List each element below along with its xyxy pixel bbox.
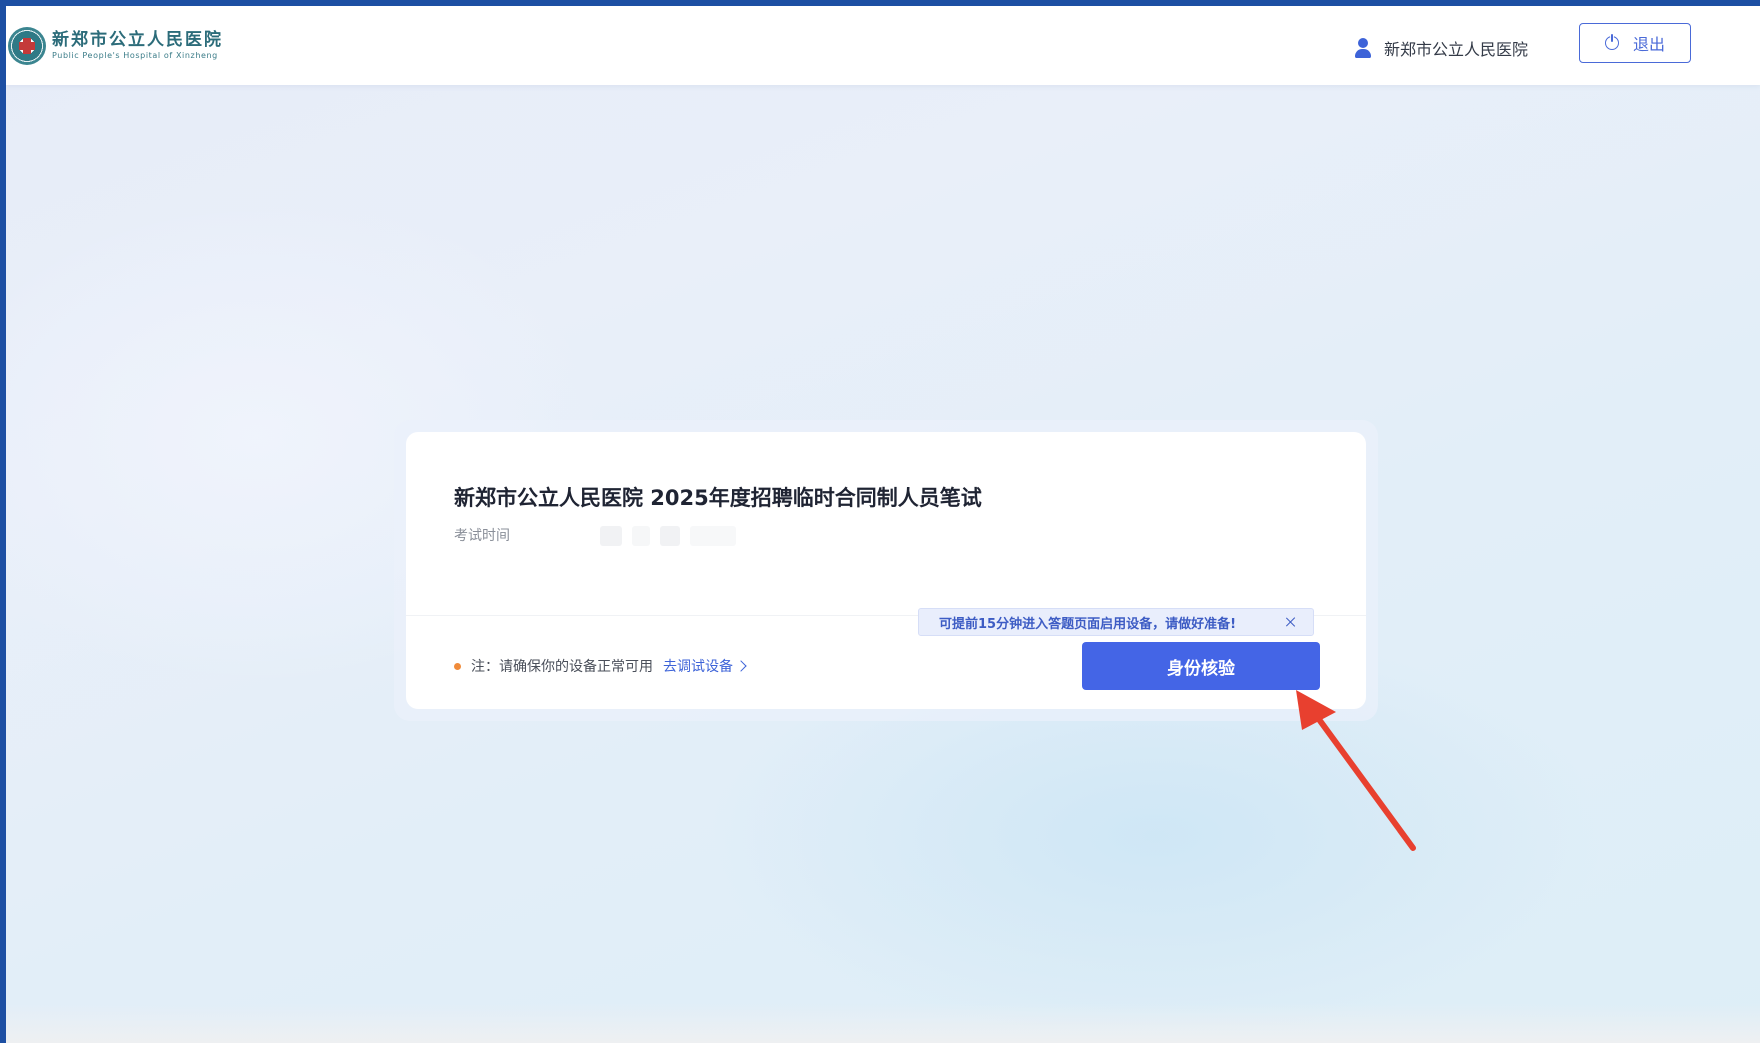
exam-title: 新郑市公立人民医院 2025年度招聘临时合同制人员笔试 xyxy=(454,486,982,510)
hospital-emblem-icon xyxy=(8,27,46,65)
debug-device-link[interactable]: 去调试设备 xyxy=(663,656,747,676)
early-entry-tooltip: 可提前15分钟进入答题页面启用设备，请做好准备! xyxy=(918,608,1314,636)
logo-name-en: Public People's Hospital of Xinzheng xyxy=(52,51,218,60)
power-icon xyxy=(1604,34,1621,51)
tooltip-text: 可提前15分钟进入答题页面启用设备，请做好准备! xyxy=(939,616,1237,632)
exam-time-value xyxy=(590,526,736,546)
redacted-block xyxy=(600,526,622,546)
logout-label: 退出 xyxy=(1632,35,1665,54)
hospital-logo: 新郑市公立人民医院 Public People's Hospital of Xi… xyxy=(6,24,223,68)
user-name: 新郑市公立人民医院 xyxy=(1384,40,1529,59)
page-background: 新郑市公立人民医院 Public People's Hospital of Xi… xyxy=(6,6,1760,1043)
redacted-block xyxy=(660,526,680,546)
logout-button[interactable]: 退出 xyxy=(1579,23,1691,63)
note-text: 注：请确保你的设备正常可用 xyxy=(471,659,653,675)
redacted-block xyxy=(690,526,736,546)
close-icon[interactable] xyxy=(1283,614,1299,630)
user-icon xyxy=(1354,38,1372,58)
exam-card: 新郑市公立人民医院 2025年度招聘临时合同制人员笔试 考试时间 注：请确保你的… xyxy=(406,432,1366,709)
redacted-block xyxy=(632,526,650,546)
logo-name-cn: 新郑市公立人民医院 xyxy=(52,30,223,50)
top-header: 新郑市公立人民医院 Public People's Hospital of Xi… xyxy=(6,6,1760,85)
identity-verify-button[interactable]: 身份核验 xyxy=(1082,642,1320,690)
chevron-right-icon xyxy=(735,660,747,672)
warning-dot-icon xyxy=(454,662,461,670)
background-fade xyxy=(6,1003,1760,1043)
device-note: 注：请确保你的设备正常可用 去调试设备 xyxy=(454,656,747,676)
logo-text: 新郑市公立人民医院 Public People's Hospital of Xi… xyxy=(52,32,223,60)
exam-time-label: 考试时间 xyxy=(454,528,510,544)
debug-device-label: 去调试设备 xyxy=(663,659,733,675)
user-info: 新郑市公立人民医院 xyxy=(1354,36,1528,60)
